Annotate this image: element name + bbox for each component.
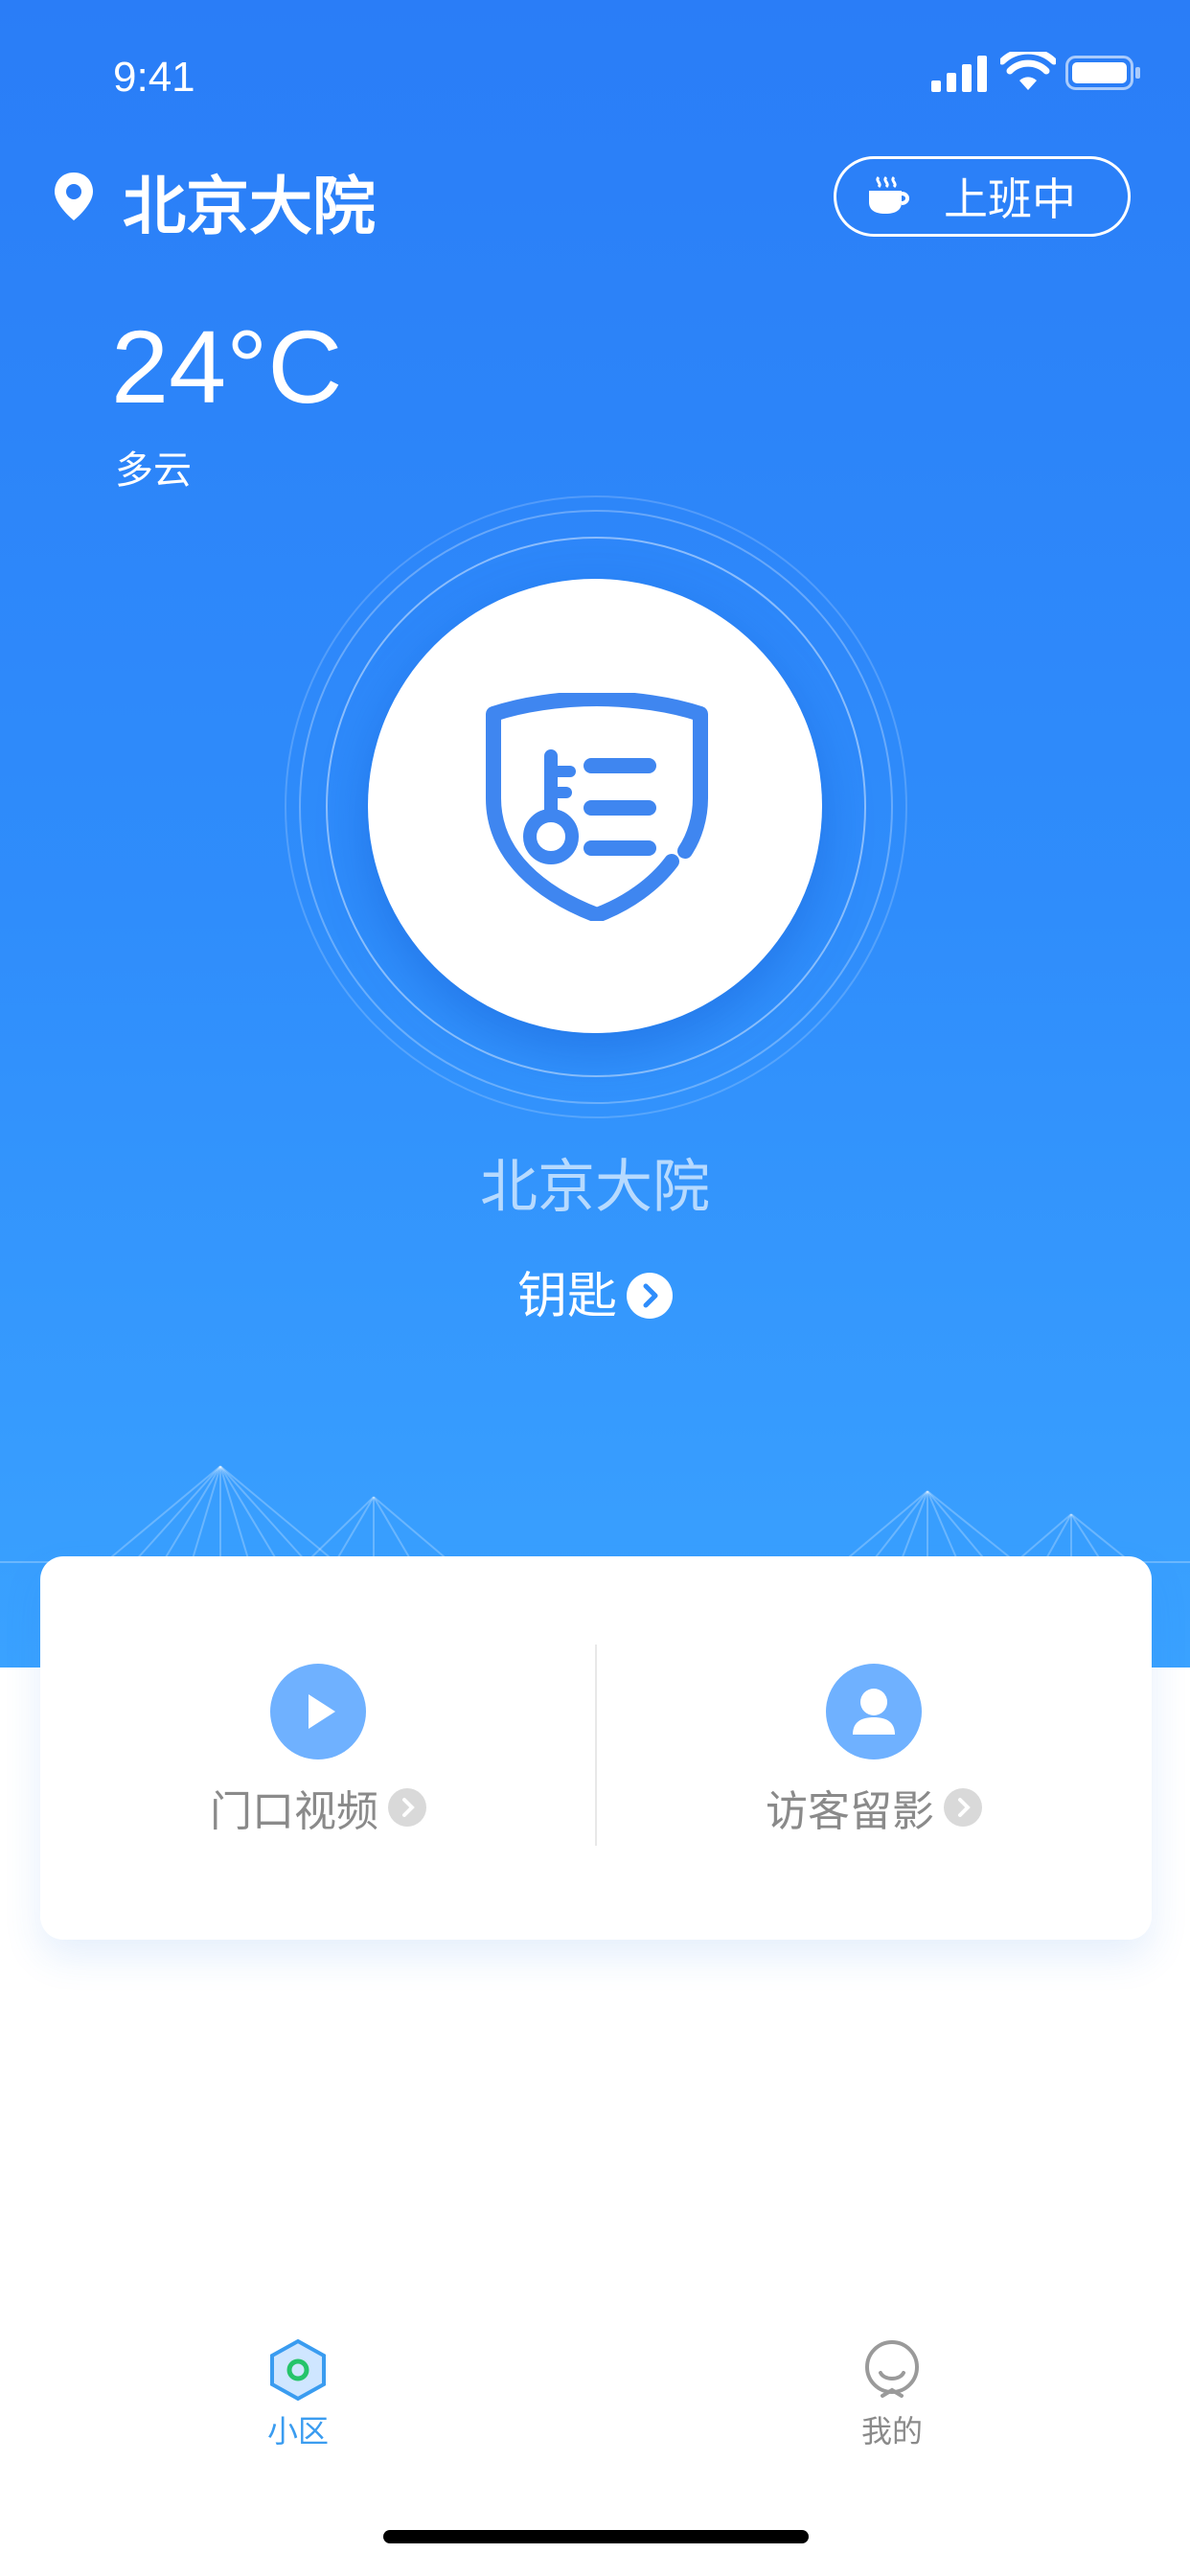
visitor-photo-label-row: 访客留影 xyxy=(766,1777,982,1838)
visitor-photo-action[interactable]: 访客留影 xyxy=(596,1664,1152,1855)
battery-icon xyxy=(1065,56,1140,90)
door-video-label: 门口视频 xyxy=(210,1787,378,1836)
home-indicator xyxy=(383,2530,809,2543)
chevron-right-icon xyxy=(627,1273,673,1319)
status-time: 9:41 xyxy=(113,54,195,101)
tab-community-label: 小区 xyxy=(266,2413,329,2450)
location-pin-icon xyxy=(55,172,93,220)
community-hex-icon xyxy=(270,2338,326,2402)
tab-profile-label: 我的 xyxy=(860,2413,923,2450)
location-title[interactable]: 北京大院 xyxy=(123,155,376,247)
chevron-right-icon xyxy=(388,1788,426,1827)
key-link[interactable]: 钥匙 xyxy=(0,1255,1190,1327)
user-icon xyxy=(826,1664,922,1760)
quick-actions-card: 门口视频 访客留影 xyxy=(40,1556,1152,1940)
chevron-right-icon xyxy=(944,1788,982,1827)
weather-condition: 多云 xyxy=(115,448,192,493)
door-video-label-row: 门口视频 xyxy=(210,1777,426,1838)
visitor-photo-label: 访客留影 xyxy=(766,1787,934,1836)
temperature: 24°C xyxy=(111,309,343,425)
key-link-label: 钥匙 xyxy=(516,1268,617,1325)
duty-status-button[interactable]: 上班中 xyxy=(834,156,1131,237)
profile-icon xyxy=(865,2340,919,2398)
tab-community[interactable]: 小区 xyxy=(202,2338,394,2451)
hero-header: 9:41 北京大院 上班中 24°C 多云 北京大院 钥匙 xyxy=(0,0,1190,1668)
cellular-signal-icon xyxy=(931,56,987,92)
place-name: 北京大院 xyxy=(480,1154,710,1221)
coffee-cup-icon xyxy=(869,175,909,214)
duty-status-label: 上班中 xyxy=(944,173,1076,225)
wifi-icon xyxy=(1000,52,1056,90)
status-bar: 9:41 xyxy=(0,0,1190,134)
tab-profile[interactable]: 我的 xyxy=(796,2338,988,2451)
door-video-action[interactable]: 门口视频 xyxy=(40,1664,596,1855)
shield-key-icon xyxy=(486,693,708,921)
play-icon xyxy=(270,1664,366,1760)
